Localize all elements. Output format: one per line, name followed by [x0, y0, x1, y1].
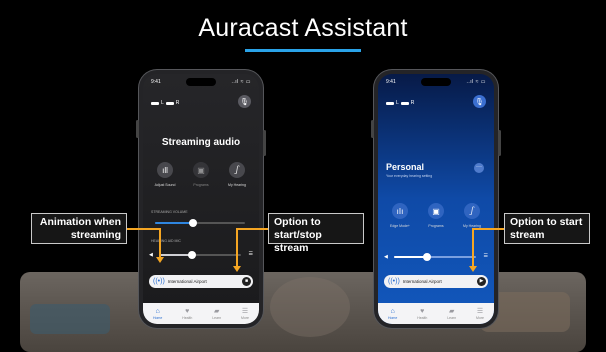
volume-slider[interactable] [394, 253, 476, 261]
my-hearing-button[interactable]: ഽ [229, 162, 245, 178]
tab-learn[interactable]: ▰ Learn [447, 308, 456, 320]
tab-health[interactable]: ♥ Health [182, 308, 192, 320]
more-icon: ☰ [241, 307, 249, 315]
adjust-sound-button[interactable]: ıll [157, 162, 173, 178]
tab-learn[interactable]: ▰ Learn [212, 308, 221, 320]
leader-line [127, 228, 161, 230]
ear-icon: ഽ [469, 206, 475, 215]
battery-icon [400, 101, 409, 105]
adjust-sound-label: Adjust Sound [154, 183, 176, 187]
heart-icon: ♥ [420, 307, 425, 315]
slide-title: Auracast Assistant [198, 14, 408, 42]
speaker-icon: ◀ [384, 254, 388, 260]
learn-icon: ▰ [448, 307, 455, 315]
callout-start-stop: Option to start/stop stream [268, 213, 364, 254]
tab-bar: ⌂ Home ♥ Health ▰ Learn ☰ More [378, 303, 494, 324]
stop-icon[interactable]: ■ [242, 277, 251, 286]
status-indicators: ..ıl ≈ ▭ [466, 79, 486, 85]
streaming-volume-slider[interactable] [155, 219, 245, 227]
play-icon[interactable]: ▶ [477, 277, 486, 286]
hearing-aid-battery: L R [386, 100, 414, 106]
status-time: 9:41 [386, 79, 396, 85]
callout-start: Option to start stream [504, 213, 590, 244]
status-indicators: ..ıl ≈ ▭ [231, 79, 251, 85]
leader-line [472, 228, 474, 267]
slider-knob[interactable] [187, 251, 196, 259]
streaming-volume-label: STREAMING VOLUME [151, 210, 188, 214]
edge-mode-label: Edge Mode+ [390, 224, 410, 228]
programs-icon: ▣ [197, 165, 205, 175]
battery-icon [386, 101, 394, 105]
stream-source-name: International Airport [167, 279, 207, 284]
ear-icon: ഽ [234, 165, 240, 174]
leader-line [236, 228, 238, 267]
phone-screen: 9:41 ..ıl ≈ ▭ L R 🎙 Personal Your everyd… [378, 74, 494, 324]
stream-source-name: International Airport [402, 279, 442, 284]
title-underline [245, 49, 361, 52]
stream-source-bar[interactable]: ((•)) International Airport ▶ [384, 275, 488, 288]
hearing-aid-mic-slider[interactable] [159, 251, 241, 259]
home-icon: ⌂ [390, 307, 395, 315]
callout-animation: Animation when streaming [31, 213, 127, 244]
battery-icon [151, 101, 159, 105]
program-title: Personal [386, 162, 425, 172]
arrow-head [233, 266, 241, 272]
arrow-head [469, 266, 477, 272]
tab-more[interactable]: ☰ More [241, 308, 249, 320]
battery-icon [165, 101, 174, 105]
dynamic-island [186, 78, 216, 86]
edge-mode-icon: ıIı [396, 206, 404, 216]
slider-knob[interactable] [188, 219, 197, 227]
tab-bar: ⌂ Home ♥ Health ▰ Learn ☰ More [143, 303, 259, 324]
equalizer-icon[interactable]: ☰ [484, 253, 488, 259]
home-icon: ⌂ [155, 307, 160, 315]
broadcast-icon: ((•)) [388, 278, 400, 285]
my-hearing-label: My Hearing [228, 183, 246, 187]
background-photo [20, 272, 586, 352]
learn-icon: ▰ [213, 307, 220, 315]
more-icon: ☰ [476, 307, 484, 315]
ellipsis-icon[interactable]: ··· [474, 163, 484, 173]
speaker-icon: ◀ [149, 252, 153, 258]
edge-mode-button[interactable]: ıIı [392, 203, 408, 219]
arrow-head [156, 257, 164, 263]
tab-home[interactable]: ⌂ Home [388, 308, 397, 320]
programs-icon: ▣ [432, 206, 440, 216]
programs-label: Programs [193, 183, 209, 187]
sliders-icon: ıll [162, 165, 168, 175]
programs-button[interactable]: ▣ [428, 203, 444, 219]
equalizer-icon[interactable]: ☰ [249, 251, 253, 257]
phone-streaming: 9:41 ..ıl ≈ ▭ L R 🎙 Streaming audio ıll … [136, 70, 266, 328]
phone-screen: 9:41 ..ıl ≈ ▭ L R 🎙 Streaming audio ıll … [143, 74, 259, 324]
broadcast-icon: ((•)) [153, 278, 165, 285]
heart-icon: ♥ [185, 307, 190, 315]
tab-health[interactable]: ♥ Health [417, 308, 427, 320]
mic-icon[interactable]: 🎙 [473, 95, 486, 108]
programs-button[interactable]: ▣ [193, 162, 209, 178]
page-heading: Streaming audio [161, 137, 241, 148]
status-time: 9:41 [151, 79, 161, 85]
mic-icon[interactable]: 🎙 [238, 95, 251, 108]
stream-source-bar[interactable]: ((•)) International Airport ■ [149, 275, 253, 288]
my-hearing-button[interactable]: ഽ [464, 203, 480, 219]
tab-home[interactable]: ⌂ Home [153, 308, 162, 320]
slider-knob[interactable] [422, 253, 431, 261]
leader-line [236, 228, 268, 230]
dynamic-island [421, 78, 451, 86]
hearing-aid-mic-label: HEARING AID MIC [151, 239, 181, 243]
leader-line [159, 228, 161, 258]
programs-label: Programs [428, 224, 444, 228]
program-subtitle: Your everyday hearing setting [386, 174, 433, 178]
hearing-aid-battery: L R [151, 100, 179, 106]
leader-line [472, 228, 504, 230]
phone-personal: 9:41 ..ıl ≈ ▭ L R 🎙 Personal Your everyd… [371, 70, 501, 328]
tab-more[interactable]: ☰ More [476, 308, 484, 320]
